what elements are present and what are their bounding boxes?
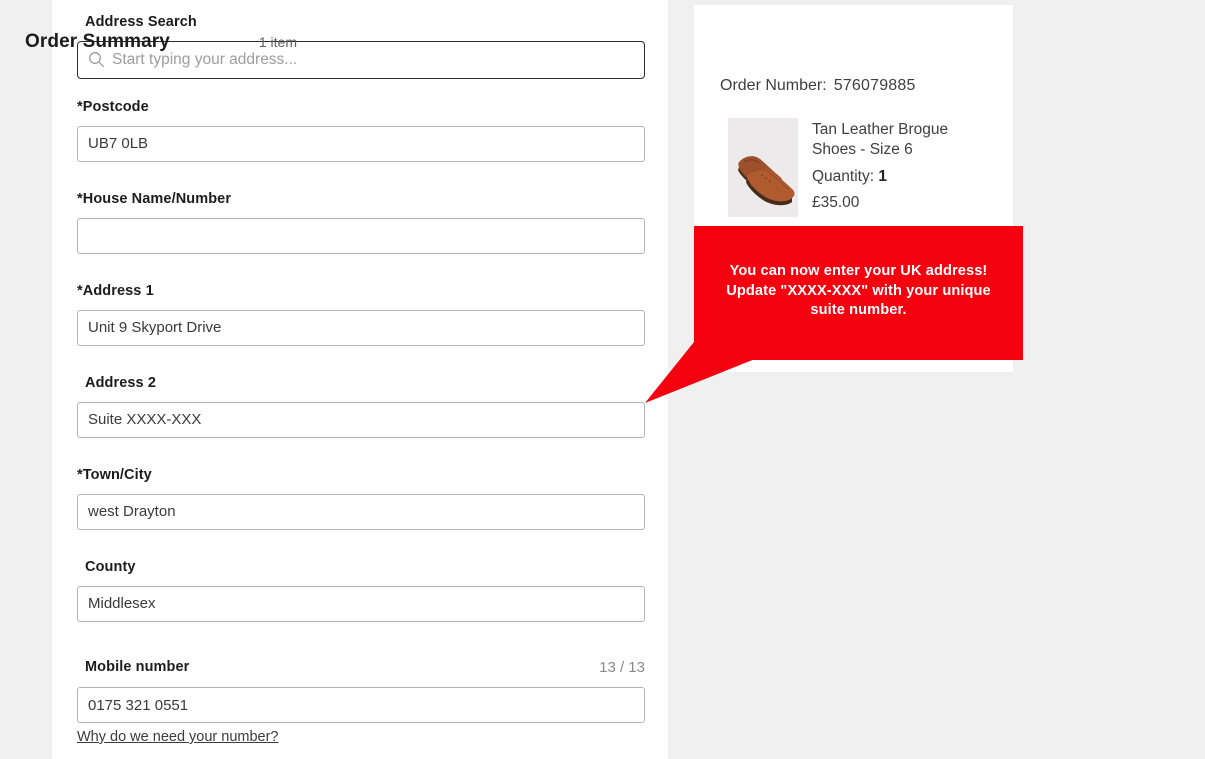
callout-line-1: You can now enter your UK address! [729,263,988,279]
product-image [728,118,798,217]
order-summary-product: Tan Leather Brogue Shoes - Size 6 Quanti… [728,118,987,217]
product-name: Tan Leather Brogue Shoes - Size 6 [812,121,949,159]
postcode-label: *Postcode [77,99,149,115]
address-1-input[interactable] [77,309,645,346]
address-2-label: Address 2 [85,375,157,391]
field-county: County [77,560,645,622]
field-town-city: *Town/City [77,468,645,530]
address-form-panel: Address Search *Postcode [52,0,668,759]
product-details: Tan Leather Brogue Shoes - Size 6 Quanti… [812,118,987,217]
mobile-number-input[interactable] [77,687,645,723]
field-address-1: *Address 1 [77,284,645,346]
town-city-label: *Town/City [77,467,152,483]
address-2-input[interactable] [77,401,645,438]
product-quantity: Quantity: 1 [812,167,987,187]
product-quantity-label: Quantity: [812,167,875,185]
mobile-number-counter: 13 / 13 [599,659,645,676]
field-postcode: *Postcode [77,100,645,162]
house-name-number-input[interactable] [77,217,645,254]
county-input[interactable] [77,585,645,622]
order-number-row: Order Number: 576079885 [720,77,916,95]
field-address-2: Address 2 [77,376,645,438]
town-city-input[interactable] [77,493,645,530]
why-need-number-link[interactable]: Why do we need your number? [77,729,279,745]
address-1-label: *Address 1 [77,283,154,299]
county-label: County [85,559,136,575]
order-summary-item-count: 1 item [258,34,297,50]
mobile-number-label: Mobile number [85,659,190,675]
house-name-number-label: *House Name/Number [77,191,232,207]
product-quantity-value: 1 [878,167,887,185]
product-price: £35.00 [812,194,860,212]
order-summary-title: Order Summary [25,31,170,52]
field-house-name-number: *House Name/Number [77,192,645,254]
callout-box: You can now enter your UK address! Updat… [694,226,1023,360]
checkout-address-page: Address Search *Postcode [0,0,1205,759]
callout-text: You can now enter your UK address! Updat… [694,262,1023,321]
order-number-value: 576079885 [833,77,916,94]
postcode-input[interactable] [77,125,645,162]
callout-line-2: Update "XXXX-XXX" with your unique [726,282,991,299]
order-number-label: Order Number: [720,77,827,94]
address-search-label: Address Search [85,14,197,30]
callout-line-3: suite number. [810,302,907,319]
order-summary-header: Order Summary 1 item [25,31,297,53]
field-mobile-number: Mobile number 13 / 13 Why do we need you… [77,660,645,746]
